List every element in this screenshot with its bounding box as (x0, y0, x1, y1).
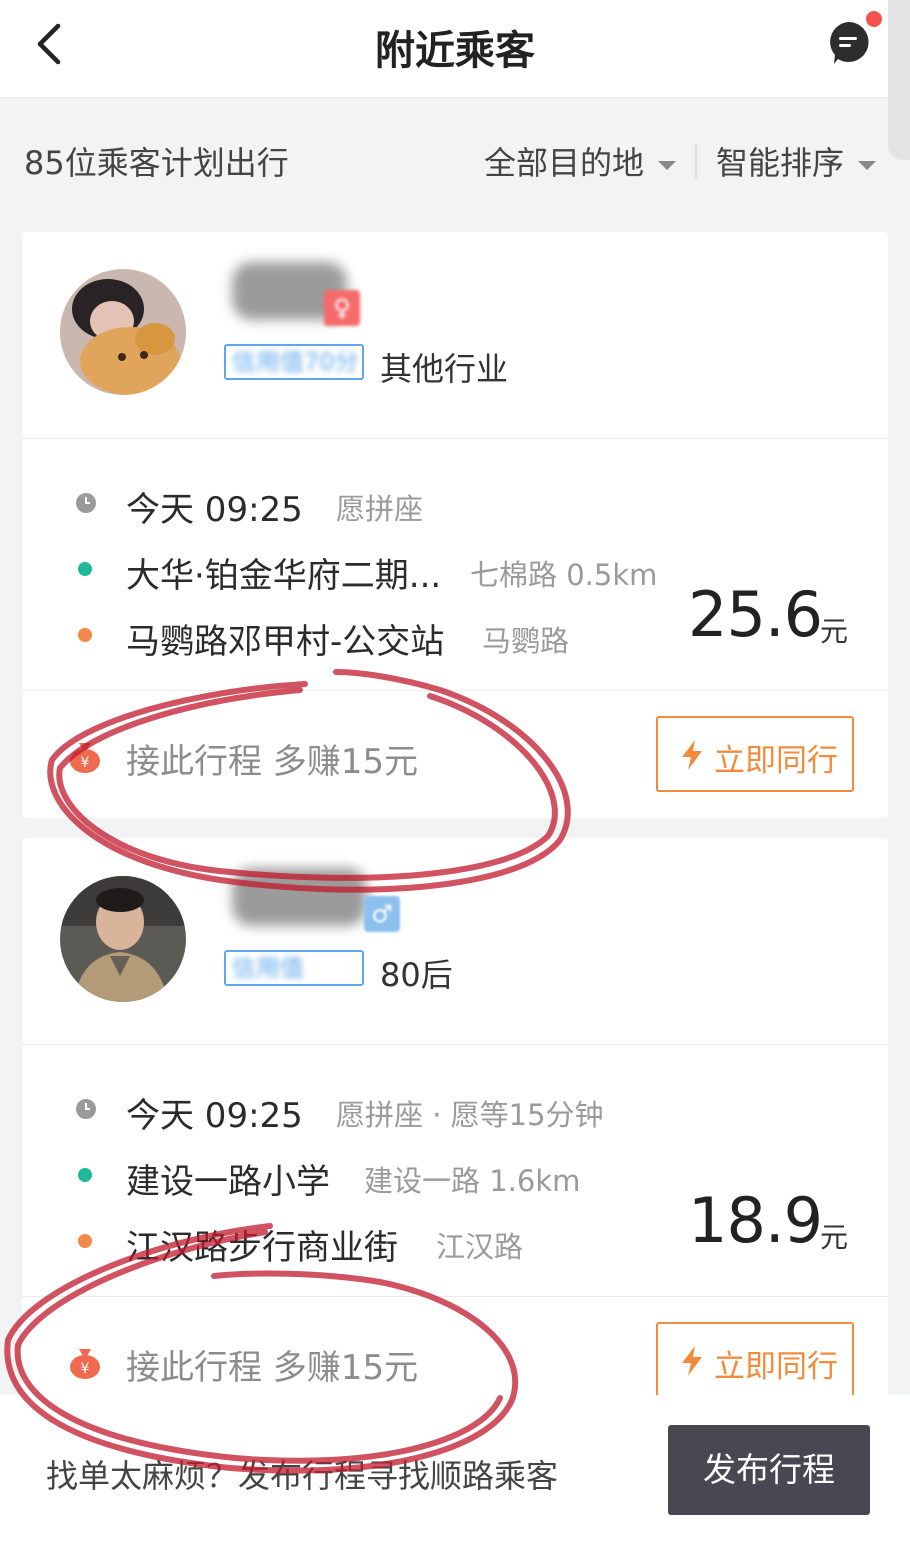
passenger-tag: 其他行业 (380, 350, 509, 388)
bonus-text: 接此行程 多赚15元 (126, 1348, 419, 1388)
top-navigation-bar: 附近乘客 (0, 0, 910, 98)
origin-dot (78, 1168, 92, 1182)
divider (22, 438, 888, 439)
destination-address: 马鹦路邓甲村-公交站 (126, 622, 445, 662)
caret-down-icon (658, 160, 677, 170)
price-unit: 元 (820, 1221, 849, 1254)
origin-distance: 建设一路 1.6km (364, 1164, 581, 1198)
clock-icon (76, 493, 96, 513)
passenger-card[interactable]: ♂ 信用值 80后 今天 09:25 愿拼座 · 愿等15分钟 建设一路小学 建… (22, 838, 888, 1438)
lightning-icon (682, 740, 702, 770)
trip-time: 今天 09:25 (126, 490, 303, 530)
trip-time-note: 愿拼座 (336, 492, 424, 526)
gender-female-icon: ♀ (324, 290, 360, 326)
destination-road: 马鹦路 (482, 624, 570, 658)
message-icon[interactable] (826, 20, 870, 66)
divider (22, 1044, 888, 1045)
sort-filter[interactable]: 智能排序 (716, 138, 877, 184)
divider (22, 690, 888, 691)
notification-dot (866, 11, 882, 27)
origin-address: 建设一路小学 (126, 1162, 330, 1202)
destination-address: 江汉路步行商业街 (126, 1228, 398, 1268)
origin-dot (78, 562, 92, 576)
svg-text:¥: ¥ (81, 755, 90, 771)
bonus-text: 接此行程 多赚15元 (126, 742, 419, 782)
clock-icon (76, 1099, 96, 1119)
price-unit: 元 (820, 615, 849, 648)
trip-time-note: 愿拼座 · 愿等15分钟 (336, 1098, 604, 1132)
filter-bar: 85位乘客计划出行 全部目的地 智能排序 (0, 98, 910, 228)
gender-male-icon: ♂ (364, 896, 400, 932)
trip-price: 18.9 (688, 1184, 823, 1257)
destination-dot (78, 1234, 92, 1248)
divider (22, 1296, 888, 1297)
money-bag-icon: ¥ (70, 1349, 100, 1379)
destination-filter[interactable]: 全部目的地 (484, 138, 677, 184)
destination-dot (78, 628, 92, 642)
trip-price: 25.6 (688, 578, 823, 651)
destination-road: 江汉路 (436, 1230, 524, 1264)
caret-down-icon (858, 160, 877, 170)
destination-filter-label: 全部目的地 (484, 144, 645, 182)
trip-time: 今天 09:25 (126, 1096, 303, 1136)
credit-score-badge: 信用值 (224, 950, 364, 986)
join-trip-button[interactable]: 立即同行 (656, 716, 854, 792)
svg-text:¥: ¥ (81, 1361, 90, 1377)
credit-score-badge: 信用值70分 (224, 344, 364, 380)
join-trip-button[interactable]: 立即同行 (656, 1322, 854, 1398)
filter-divider (695, 144, 697, 178)
passenger-tag: 80后 (380, 956, 453, 994)
publish-trip-button[interactable]: 发布行程 (668, 1425, 870, 1515)
passenger-count: 85位乘客计划出行 (24, 144, 289, 182)
passenger-card[interactable]: ♀ 信用值70分 其他行业 今天 09:25 愿拼座 大华·铂金华府二期... … (22, 232, 888, 818)
bottom-bar: 找单太麻烦？发布行程寻找顺路乘客 发布行程 (0, 1395, 910, 1542)
origin-distance: 七棉路 0.5km (470, 558, 658, 592)
publish-prompt: 找单太麻烦？发布行程寻找顺路乘客 (46, 1457, 559, 1495)
money-bag-icon: ¥ (70, 743, 100, 773)
join-trip-label: 立即同行 (714, 1349, 838, 1384)
origin-address: 大华·铂金华府二期... (126, 556, 442, 596)
sort-filter-label: 智能排序 (716, 144, 845, 182)
page-title: 附近乘客 (375, 28, 535, 74)
avatar[interactable] (60, 269, 186, 395)
lightning-icon (682, 1346, 702, 1376)
join-trip-label: 立即同行 (714, 743, 838, 778)
passenger-name-obscured (232, 868, 367, 926)
avatar[interactable] (60, 876, 186, 1002)
